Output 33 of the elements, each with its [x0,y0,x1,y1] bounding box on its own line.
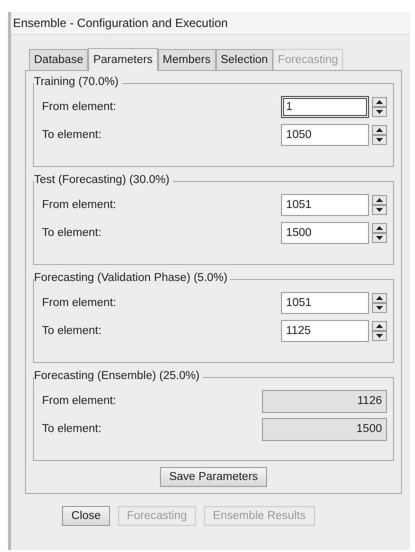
field-label: From element: [41,199,116,211]
save-parameters-button[interactable]: Save Parameters [160,467,267,487]
spinner-arrows-icon[interactable] [372,321,387,341]
field-label: From element: [41,395,116,407]
field-label: From element: [41,297,116,309]
group-title: Forecasting (Validation Phase) (5.0%) [34,272,230,284]
group-title: Forecasting (Ensemble) (25.0%) [34,370,203,382]
field-label: To element: [41,423,102,435]
spinner-arrows-icon[interactable] [372,125,387,145]
tab[interactable]: Members [158,49,216,70]
number-field[interactable]: 1051 [281,194,369,216]
window-title: Ensemble - Configuration and Execution [11,12,410,35]
spinner-arrows-icon[interactable] [372,223,387,243]
group-title: Test (Forecasting) (30.0%) [34,174,172,186]
tab[interactable]: Selection [216,49,273,70]
readonly-field: 1500 [262,418,387,440]
number-field[interactable]: 1050 [281,124,369,146]
field-label: To element: [41,227,102,239]
spinner-arrows-icon[interactable] [372,195,387,215]
group-title: Training (70.0%) [34,76,122,88]
field-label: To element: [41,129,102,141]
field-label: From element: [41,101,116,113]
dialog-button[interactable]: Close [62,506,110,526]
spinner-arrows-icon[interactable] [372,97,387,117]
tab[interactable]: Database [29,49,88,70]
number-field[interactable]: 1 [281,96,369,118]
tab[interactable]: Parameters [88,48,158,71]
number-field[interactable]: 1125 [281,320,369,342]
number-field[interactable]: 1500 [281,222,369,244]
spinner-arrows-icon[interactable] [372,293,387,313]
readonly-field: 1126 [262,390,387,412]
field-label: To element: [41,325,102,337]
number-field[interactable]: 1051 [281,292,369,314]
